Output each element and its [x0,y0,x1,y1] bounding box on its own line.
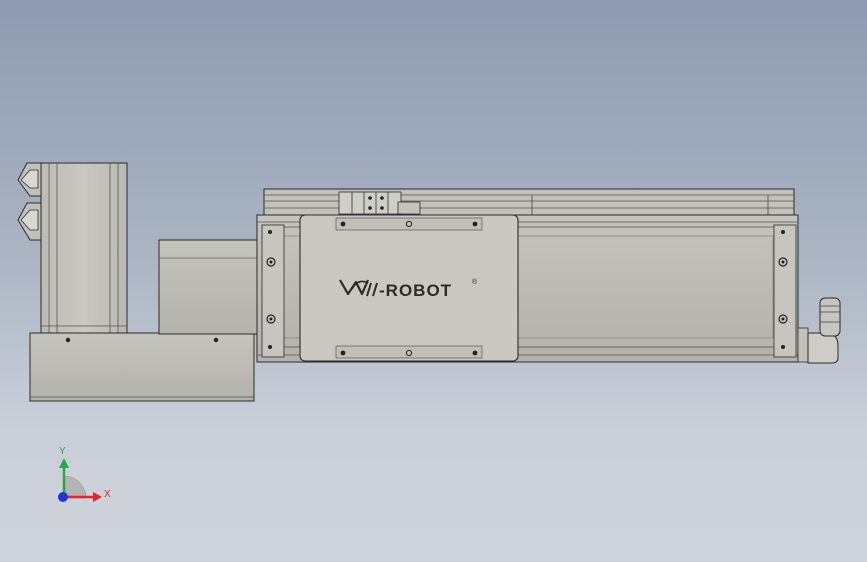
z-axis-dot [58,492,68,502]
carriage-plate: -ROBOT ® [299,214,519,362]
air-fitting [797,297,841,364]
motor-body [40,162,128,334]
y-axis-label: Y [59,446,66,457]
x-axis-arrow [93,492,102,502]
motor-assembly [17,162,128,334]
cover-screw [213,337,219,343]
cad-drawing: -ROBOT ® Y X [17,162,841,502]
x-axis-label: X [104,489,111,500]
axis-triad[interactable]: Y X [58,446,111,502]
cover-screw [65,337,71,343]
coupling-housing [158,239,258,335]
y-axis-arrow [59,458,69,468]
carriage-screw [472,221,478,227]
registered-mark: ® [472,278,478,286]
carriage-screw [472,350,478,356]
body-screw [781,230,785,234]
carriage-screw [340,221,346,227]
body-screw [268,230,272,234]
top-rail [263,188,795,216]
body-screw [268,345,272,349]
body-screw [781,345,785,349]
belt-cover [29,332,255,402]
cad-viewport[interactable]: -ROBOT ® Y X [0,0,867,562]
carriage-screw [340,350,346,356]
brand-text: -ROBOT [379,281,452,300]
